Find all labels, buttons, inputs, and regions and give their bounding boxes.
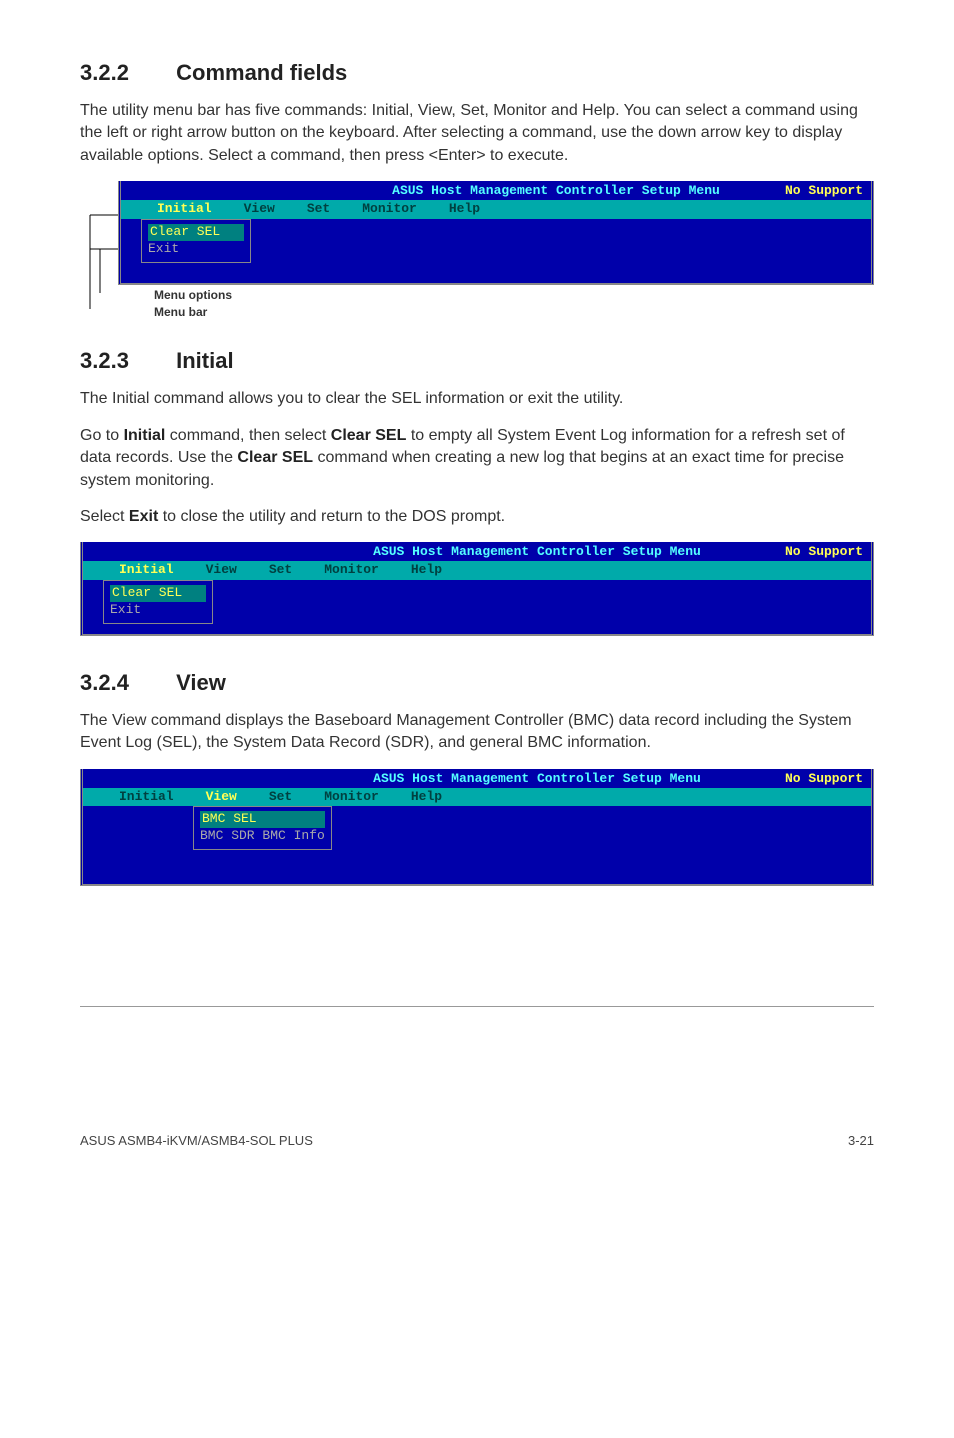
section-heading-324: 3.2.4 View [80,670,874,696]
section-322-paragraph: The utility menu bar has five commands: … [80,100,874,167]
dropdown-item-bmc-info[interactable]: BMC Info [262,828,324,843]
menu-item-set[interactable]: Set [253,562,308,579]
section-title: View [176,670,226,695]
terminal-screenshot-1: ASUS Host Management Controller Setup Me… [118,181,874,285]
section-title: Command fields [176,60,347,85]
menu-item-set[interactable]: Set [291,201,346,218]
section-323-para1: The Initial command allows you to clear … [80,388,874,410]
menu-item-set[interactable]: Set [253,789,308,806]
terminal-support-badge: No Support [785,183,865,200]
section-heading-322: 3.2.2 Command fields [80,60,874,86]
terminal-menu-bar: Initial View Set Monitor Help [83,561,871,580]
terminal-menu-bar: Initial View Set Monitor Help [83,788,871,807]
section-324-para1: The View command displays the Baseboard … [80,710,874,755]
terminal-menu-bar: Initial View Set Monitor Help [121,200,871,219]
terminal-title-row: ASUS Host Management Controller Setup Me… [83,769,871,788]
footer-right: 3-21 [848,1133,874,1148]
dropdown-item-exit[interactable]: Exit [110,602,141,617]
menu-item-initial[interactable]: Initial [103,789,190,806]
callout-menu-bar: Menu bar [154,304,874,321]
footer-left: ASUS ASMB4-iKVM/ASMB4-SOL PLUS [80,1133,313,1148]
dropdown-item-clear-sel[interactable]: Clear SEL [110,585,206,602]
section-number: 3.2.4 [80,670,170,696]
section-number: 3.2.3 [80,348,170,374]
footer-rule [80,1006,874,1007]
section-heading-323: 3.2.3 Initial [80,348,874,374]
menu-item-help[interactable]: Help [395,562,458,579]
menu-item-view[interactable]: View [190,562,253,579]
section-323-para2: Go to Initial command, then select Clear… [80,425,874,492]
section-title: Initial [176,348,233,373]
terminal-title-row: ASUS Host Management Controller Setup Me… [121,181,871,200]
dropdown-item-clear-sel[interactable]: Clear SEL [148,224,244,241]
menu-item-initial[interactable]: Initial [103,562,190,579]
menu-item-monitor[interactable]: Monitor [308,789,395,806]
terminal-support-badge: No Support [785,544,865,561]
dropdown-menu: Clear SEL Exit [121,219,871,273]
section-number: 3.2.2 [80,60,170,86]
callout-labels: Menu options Menu bar [154,287,874,321]
callout-menu-options: Menu options [154,287,874,304]
menu-item-view[interactable]: View [190,789,253,806]
terminal-title: ASUS Host Management Controller Setup Me… [89,771,785,788]
menu-item-help[interactable]: Help [433,201,496,218]
section-323-para3: Select Exit to close the utility and ret… [80,506,874,528]
dropdown-menu: Clear SEL Exit [83,580,871,634]
terminal-with-callouts: ASUS Host Management Controller Setup Me… [80,181,874,320]
terminal-title: ASUS Host Management Controller Setup Me… [127,183,785,200]
terminal-screenshot-2: ASUS Host Management Controller Setup Me… [80,542,874,636]
dropdown-item-bmc-sdr[interactable]: BMC SDR [200,828,255,843]
terminal-title-row: ASUS Host Management Controller Setup Me… [83,542,871,561]
dropdown-item-bmc-sel[interactable]: BMC SEL [200,811,325,828]
menu-item-help[interactable]: Help [395,789,458,806]
terminal-support-badge: No Support [785,771,865,788]
page-footer: ASUS ASMB4-iKVM/ASMB4-SOL PLUS 3-21 [80,1127,874,1148]
menu-item-view[interactable]: View [228,201,291,218]
terminal-screenshot-3: ASUS Host Management Controller Setup Me… [80,769,874,887]
menu-item-initial[interactable]: Initial [141,201,228,218]
callout-bracket [80,181,118,311]
dropdown-item-exit[interactable]: Exit [148,241,179,256]
menu-item-monitor[interactable]: Monitor [308,562,395,579]
terminal-title: ASUS Host Management Controller Setup Me… [89,544,785,561]
menu-item-monitor[interactable]: Monitor [346,201,433,218]
dropdown-menu: BMC SEL BMC SDR BMC Info [83,806,871,860]
